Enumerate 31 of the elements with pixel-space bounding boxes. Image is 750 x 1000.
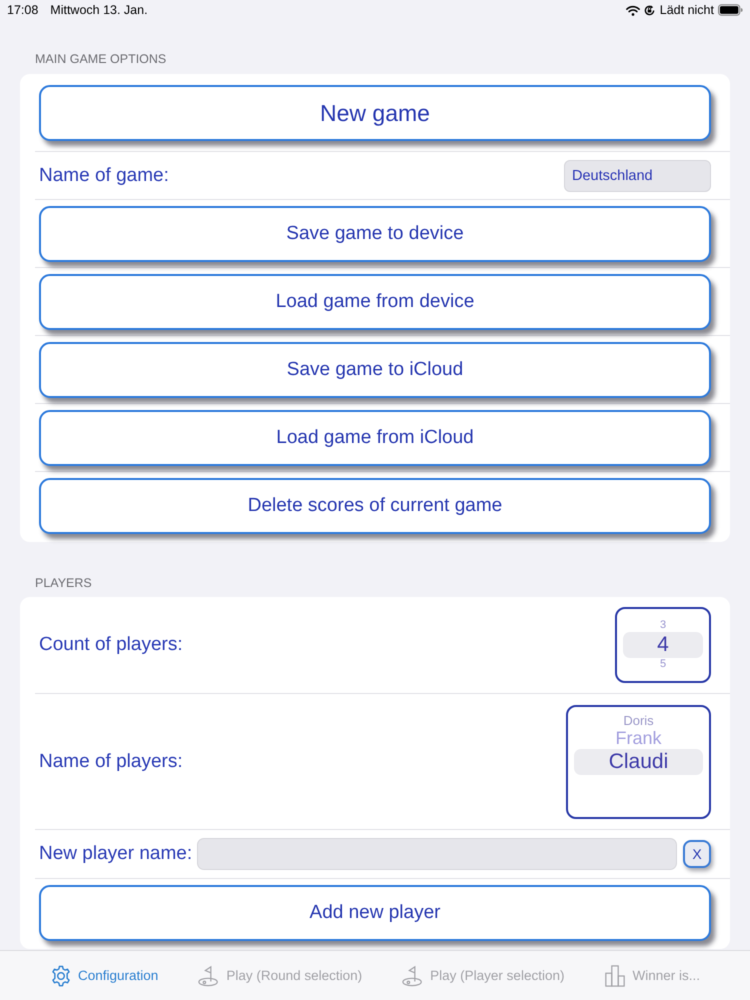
orientation-lock-icon — [644, 4, 655, 16]
clear-button[interactable]: X — [683, 840, 711, 868]
player-name-field[interactable] — [197, 838, 677, 870]
picker-option[interactable]: Claudi — [574, 748, 703, 774]
podium-icon — [604, 964, 626, 986]
number-picker[interactable]: 3 4 5 — [615, 607, 711, 683]
action-button[interactable]: Delete scores of current game — [39, 478, 711, 534]
section-header: MAIN GAME OPTIONS — [35, 51, 168, 67]
charging-status: Lädt nicht — [660, 3, 714, 17]
action-button[interactable]: Load game from iCloud — [39, 410, 711, 466]
name-picker[interactable]: Doris Frank Claudi — [566, 704, 711, 818]
action-button[interactable]: Add new player — [39, 885, 711, 941]
tab-item[interactable]: Configuration — [50, 964, 158, 986]
action-button[interactable]: Save game to device — [39, 206, 711, 262]
picker-option[interactable]: 4 — [623, 632, 703, 658]
section-header: PLAYERS — [35, 575, 93, 591]
golf-flag-icon — [198, 964, 220, 986]
text-field[interactable]: Deutschland — [564, 160, 711, 192]
action-button[interactable]: Load game from device — [39, 274, 711, 330]
action-button[interactable]: Save game to iCloud — [39, 342, 711, 398]
settings-icon — [50, 964, 72, 986]
status-time: 17:08 — [7, 3, 38, 17]
status-date: Mittwoch 13. Jan. — [50, 3, 148, 17]
primary-button[interactable]: New game — [39, 85, 711, 141]
row-label: New player name: — [39, 843, 192, 865]
golf-flag-icon — [402, 964, 424, 986]
battery-icon — [718, 4, 743, 16]
row-label: Name of game: — [39, 164, 169, 186]
row-label: Count of players: — [39, 634, 183, 656]
row-label: Name of players: — [39, 750, 183, 772]
wifi-icon — [626, 4, 640, 16]
